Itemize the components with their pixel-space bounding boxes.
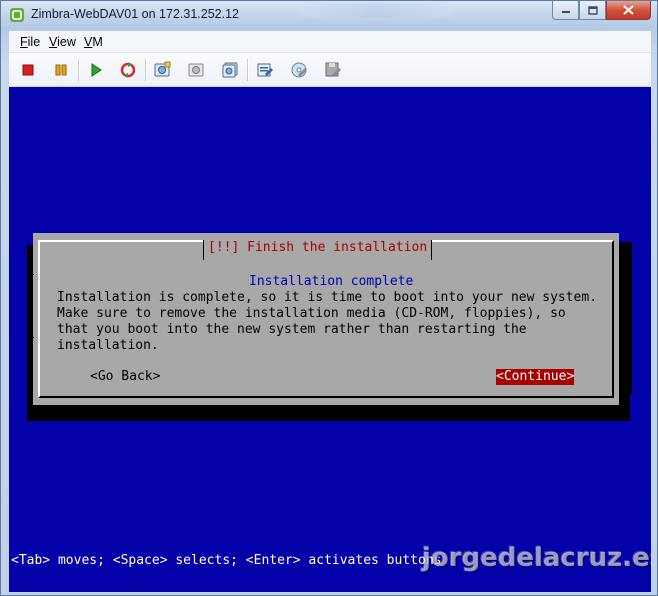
floppy-icon	[325, 62, 341, 77]
menu-view-label: iew	[57, 35, 76, 49]
maximize-button[interactable]	[579, 1, 606, 20]
vm-console-screen[interactable]: [!!] Finish the installation Installatio…	[9, 87, 651, 592]
vm-console-window: Zimbra-WebDAV01 on 172.31.252.12 File Vi…	[0, 0, 658, 596]
go-back-button[interactable]: <Go Back>	[90, 369, 160, 385]
title-bar[interactable]: Zimbra-WebDAV01 on 172.31.252.12	[1, 1, 657, 29]
dialog-text-line: that you boot into the new system rather…	[57, 322, 527, 337]
toolbar	[9, 53, 651, 87]
window-title: Zimbra-WebDAV01 on 172.31.252.12	[31, 7, 239, 21]
status-line: <Tab> moves; <Space> selects; <Enter> ac…	[11, 553, 442, 568]
minimize-icon	[561, 11, 570, 13]
toolbar-separator	[145, 59, 146, 81]
take-snapshot-icon	[154, 61, 171, 77]
dialog-text-line: Installation is complete, so it is time …	[57, 290, 598, 305]
dialog-text-line: Make sure to remove the installation med…	[57, 306, 566, 321]
inner-frame-edge	[30, 274, 34, 338]
reset-button[interactable]	[117, 59, 139, 81]
continue-button[interactable]: <Continue>	[496, 369, 575, 385]
dialog-side-shadow	[618, 242, 632, 394]
menu-bar: File View VM	[9, 31, 651, 53]
background-window-ghost	[301, 3, 451, 17]
dialog-title: [!!] Finish the installation	[203, 240, 433, 260]
suspend-button[interactable]	[50, 59, 72, 81]
cd-dvd-button[interactable]	[288, 59, 310, 81]
menu-vm-label: M	[92, 35, 103, 49]
watermark: jorgedelacruz.es	[422, 543, 651, 573]
play-icon	[91, 63, 102, 77]
menu-file-label: ile	[27, 35, 41, 49]
edit-settings-icon	[257, 63, 273, 77]
toolbar-separator	[247, 59, 248, 81]
maximize-icon	[587, 5, 598, 15]
menu-vm[interactable]: VM	[84, 35, 103, 49]
toolbar-separator	[78, 59, 79, 81]
dialog-frame: [!!] Finish the installation Installatio…	[30, 240, 614, 398]
minimize-button[interactable]	[552, 1, 579, 20]
close-button[interactable]	[606, 1, 651, 20]
menu-file-mnemonic: F	[20, 35, 28, 49]
stop-icon	[22, 64, 34, 76]
pause-icon	[55, 64, 67, 76]
snapshot-manager-icon	[222, 62, 238, 78]
dialog-subtitle: Installation complete	[249, 274, 414, 289]
menu-view[interactable]: View	[49, 35, 76, 49]
take-snapshot-button[interactable]	[151, 59, 173, 81]
edit-settings-button[interactable]	[254, 59, 276, 81]
floppy-button[interactable]	[322, 59, 344, 81]
menu-view-mnemonic: V	[49, 35, 58, 49]
installer-dialog: [!!] Finish the installation Installatio…	[30, 233, 619, 405]
dialog-text-line: installation.	[57, 338, 159, 353]
revert-snapshot-button[interactable]	[185, 59, 207, 81]
cd-dvd-icon	[291, 62, 307, 78]
power-off-button[interactable]	[17, 59, 39, 81]
reset-icon	[120, 62, 136, 78]
power-on-button[interactable]	[85, 59, 107, 81]
vmware-icon	[10, 8, 24, 22]
menu-file[interactable]: File	[20, 35, 40, 49]
snapshot-manager-button[interactable]	[219, 59, 241, 81]
close-icon	[623, 5, 634, 15]
revert-snapshot-icon	[188, 63, 204, 77]
